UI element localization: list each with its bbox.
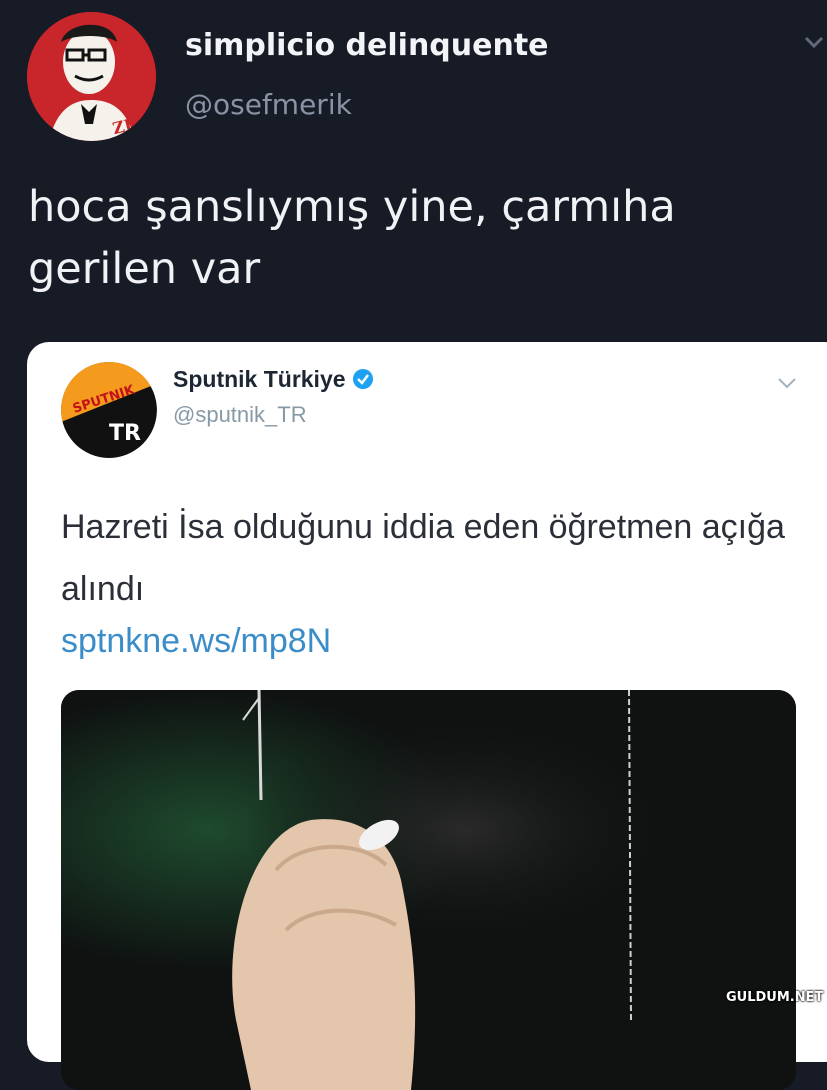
- display-name[interactable]: simplicio delinquente: [185, 28, 549, 63]
- tweet-text: hoca şanslıymış yine, çarmıha gerilen va…: [28, 182, 676, 294]
- chalkboard-photo: [61, 690, 796, 1090]
- sputnik-logo: SPUTNIK TR: [61, 362, 157, 458]
- verified-badge-icon: [352, 369, 373, 389]
- quoted-handle[interactable]: @sputnik_TR: [173, 402, 307, 428]
- sputnik-logo-avatar[interactable]: SPUTNIK TR: [61, 362, 157, 458]
- logo-badge-text: TR: [109, 421, 141, 446]
- chevron-down-icon[interactable]: [775, 374, 799, 392]
- avatar-illustration: ZBH: [27, 12, 156, 141]
- quoted-display-name[interactable]: Sputnik Türkiye: [173, 366, 374, 393]
- tweet-image[interactable]: [61, 690, 796, 1090]
- watermark: GULDUM.NET: [726, 990, 824, 1005]
- avatar[interactable]: ZBH: [27, 12, 156, 141]
- quoted-tweet-text: Hazreti İsa olduğunu iddia eden öğretmen…: [61, 508, 785, 608]
- quoted-display-name-text: Sputnik Türkiye: [173, 366, 346, 392]
- tweet-link[interactable]: sptnkne.ws/mp8N: [61, 622, 331, 661]
- handle[interactable]: @osefmerik: [185, 88, 352, 121]
- chevron-down-icon[interactable]: [800, 30, 827, 54]
- quoted-tweet-card[interactable]: SPUTNIK TR Sputnik Türkiye @sputnik_TR H…: [27, 342, 827, 1090]
